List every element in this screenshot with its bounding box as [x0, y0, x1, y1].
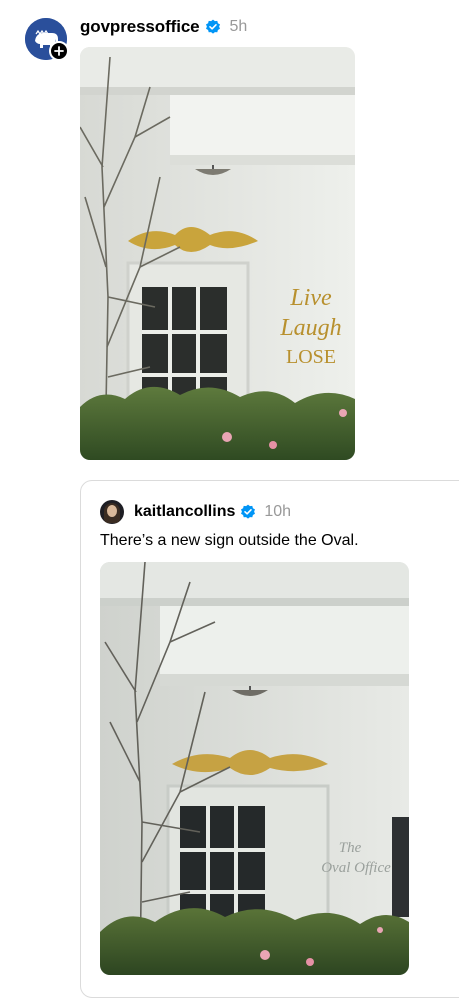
quoted-username[interactable]: kaitlancollins: [134, 503, 235, 521]
post-header: govpressoffice 5h: [80, 16, 247, 38]
oval-sign-line-2: Oval Office: [321, 860, 391, 876]
avatar-kaitlancollins[interactable]: [100, 500, 124, 524]
oval-sign-line-1: The: [339, 840, 362, 856]
follow-plus-icon[interactable]: [49, 41, 69, 61]
quoted-post-text: There’s a new sign outside the Oval.: [100, 532, 359, 549]
oval-office-sign-image: The Oval Office: [100, 562, 409, 975]
quoted-post-photo[interactable]: The Oval Office: [100, 562, 409, 975]
post-username[interactable]: govpressoffice: [80, 17, 200, 37]
quoted-timestamp: 10h: [264, 503, 292, 520]
verified-badge-icon: [241, 504, 256, 519]
post-photo[interactable]: Live Laugh LOSE: [80, 47, 355, 460]
sign-line-2: Laugh: [279, 315, 341, 341]
sign-line-1: Live: [289, 285, 332, 311]
quoted-post-header: kaitlancollins 10h: [100, 500, 291, 524]
verified-badge-icon: [205, 19, 220, 34]
white-house-sign-image: Live Laugh LOSE: [80, 47, 355, 460]
post-timestamp: 5h: [229, 18, 248, 35]
sign-line-3: LOSE: [286, 346, 336, 368]
